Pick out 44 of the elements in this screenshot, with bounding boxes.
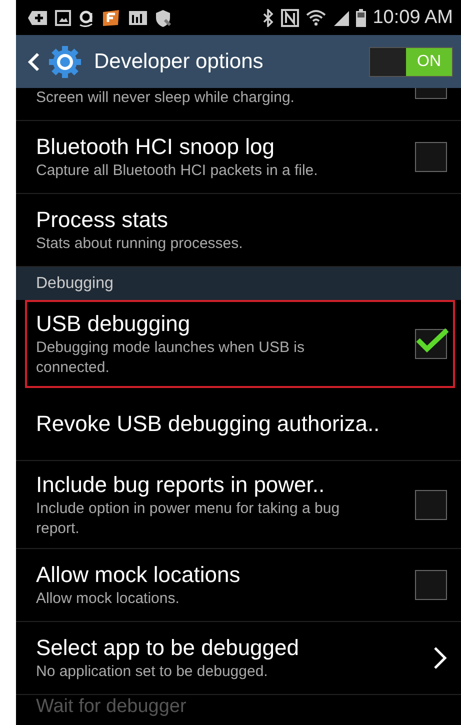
setting-summary: Stats about running processes. — [36, 234, 244, 254]
setting-summary: Debugging mode launches when USB is connected. — [36, 338, 306, 378]
battery-icon — [356, 8, 366, 26]
setting-row[interactable]: Include bug reports in power.. Include option in power menu for taking a bug report. — [16, 461, 461, 549]
checkbox[interactable] — [415, 142, 447, 172]
chevron-right-icon — [433, 646, 447, 670]
checkbox[interactable] — [415, 88, 447, 99]
checkbox[interactable] — [415, 490, 447, 520]
section-header: Debugging — [16, 267, 461, 300]
setting-row[interactable]: Allow mock locations Allow mock locations. — [16, 549, 461, 622]
ticket-icon — [101, 8, 121, 26]
setting-summary: Allow mock locations. — [36, 589, 180, 609]
setting-row[interactable]: USB debugging Debugging mode launches when USB is connected. — [25, 300, 455, 388]
shield-icon — [155, 8, 173, 26]
setting-summary: Include option in power menu for taking a bug report. — [36, 498, 341, 538]
bluetooth-icon — [262, 8, 274, 26]
back-icon[interactable] — [28, 52, 40, 72]
gear-icon — [48, 44, 82, 78]
setting-row[interactable]: Bluetooth HCI snoop log Capture all Bluetooth HCI packets in a file. — [16, 121, 461, 194]
checkmark-icon — [415, 327, 449, 353]
checkbox[interactable] — [415, 329, 447, 359]
setting-row[interactable]: Revoke USB debugging authoriza.. — [16, 388, 461, 461]
setting-title: Select app to be debugged — [36, 634, 300, 662]
setting-title: USB debugging — [36, 310, 192, 338]
setting-summary: No application set to be debugged. — [36, 662, 269, 682]
status-time: 10:09 AM — [372, 6, 453, 28]
setting-row[interactable]: Screen will never sleep while charging. — [16, 88, 461, 121]
plus-icon — [28, 10, 48, 26]
setting-title: Bluetooth HCI snoop log — [36, 133, 276, 161]
signal-icon — [332, 10, 349, 26]
screen-title: Developer options — [94, 50, 264, 74]
setting-title: Process stats — [36, 206, 170, 234]
setting-title: Revoke USB debugging authoriza.. — [36, 410, 381, 438]
nfc-icon — [280, 8, 299, 26]
setting-title: Wait for debugger — [35, 695, 188, 719]
setting-title: Allow mock locations — [36, 561, 242, 589]
setting-title: Include bug reports in power.. — [36, 470, 326, 498]
checkbox[interactable] — [415, 570, 447, 600]
setting-row[interactable]: Select app to be debugged No application set to be debugged. — [16, 622, 461, 695]
wifi-icon — [306, 8, 326, 26]
smile-arrow-icon — [78, 8, 94, 26]
setting-summary: Capture all Bluetooth HCI packets in a file. — [36, 161, 319, 181]
image-icon — [55, 10, 71, 26]
setting-summary: Screen will never sleep while charging. — [36, 88, 296, 108]
